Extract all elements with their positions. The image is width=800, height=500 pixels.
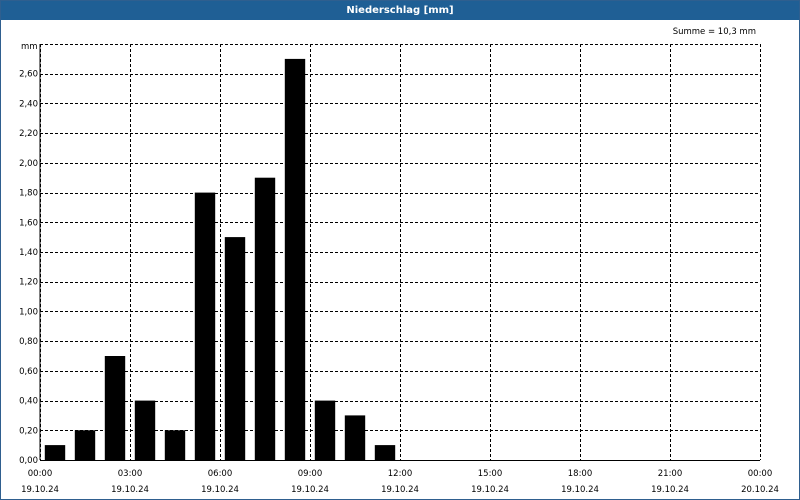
bar <box>254 177 276 460</box>
y-tick-label: 1,20 <box>19 278 38 288</box>
x-tick-date-label: 19.10.24 <box>561 485 599 495</box>
x-tick-time-label: 06:00 <box>208 469 233 479</box>
axis-layer: 0,00 0,20 0,40 0,60 0,80 1,00 1,20 1,40 1,60 1,80… <box>19 44 779 495</box>
x-tick-time-label: 21:00 <box>658 469 683 479</box>
y-tick-label: 1,60 <box>19 218 38 228</box>
bar <box>344 415 366 460</box>
y-tick-label: 1,40 <box>19 248 38 258</box>
x-tick-date-label: 19.10.24 <box>381 485 419 495</box>
bar <box>374 445 396 460</box>
x-tick-date-label: 19.10.24 <box>291 485 329 495</box>
x-tick-date-label: 19.10.24 <box>111 485 149 495</box>
bar <box>164 430 186 460</box>
bar <box>224 237 246 460</box>
bar <box>74 430 96 460</box>
y-tick-label: 2,60 <box>19 70 38 80</box>
x-tick-date-label: 19.10.24 <box>201 485 239 495</box>
x-tick-time-label: 15:00 <box>478 469 503 479</box>
x-tick-time-label: 03:00 <box>118 469 143 479</box>
y-axis-unit: mm <box>21 42 38 52</box>
x-tick-time-label: 00:00 <box>748 469 773 479</box>
bar <box>314 400 336 460</box>
bar <box>194 192 216 460</box>
y-tick-label: 0,80 <box>19 337 38 347</box>
x-tick-time-label: 00:00 <box>28 469 53 479</box>
x-tick-date-label: 19.10.24 <box>651 485 689 495</box>
x-tick-time-label: 12:00 <box>388 469 413 479</box>
x-tick-date-label: 19.10.24 <box>471 485 509 495</box>
x-tick-date-label: 20.10.24 <box>741 485 779 495</box>
y-tick-label: 1,00 <box>19 307 38 317</box>
y-tick-label: 0,40 <box>19 397 38 407</box>
y-tick-label: 2,40 <box>19 99 38 109</box>
y-tick-label: 2,00 <box>19 159 38 169</box>
y-tick-label: 0,20 <box>19 426 38 436</box>
y-tick-label: 0,00 <box>19 456 38 466</box>
bar <box>134 400 156 460</box>
x-tick-time-label: 09:00 <box>298 469 323 479</box>
x-tick-date-label: 19.10.24 <box>21 485 59 495</box>
y-tick-label: 2,20 <box>19 129 38 139</box>
bar <box>44 445 66 460</box>
precipitation-chart: 0,00 0,20 0,40 0,60 0,80 1,00 1,20 1,40 1,60 1,80… <box>19 27 779 495</box>
y-tick-label: 1,80 <box>19 189 38 199</box>
bar <box>104 356 126 460</box>
y-tick-label: 0,60 <box>19 367 38 377</box>
grid-layer <box>40 44 761 461</box>
chart-window: Niederschlag [mm] 0,00 0,20 0,40 0,60 0,80 1,… <box>0 0 800 500</box>
precipitation-sum: Summe = 10,3 mm <box>673 27 756 37</box>
bar <box>284 58 306 461</box>
x-tick-time-label: 18:00 <box>568 469 593 479</box>
